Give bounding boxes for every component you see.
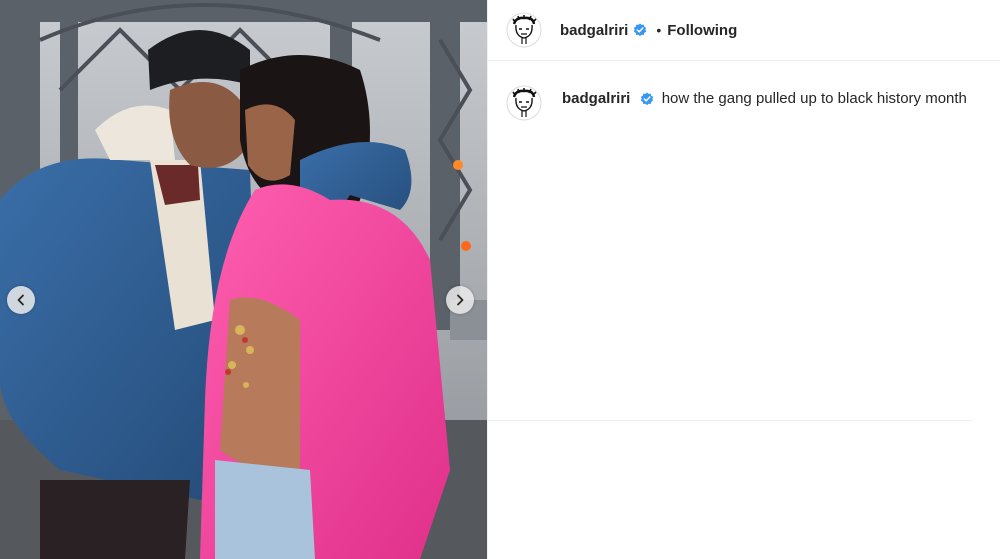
separator-dot: • (656, 22, 662, 38)
avatar-doodle-icon (506, 85, 542, 121)
post-image (0, 0, 487, 559)
post-sidebar: badgalriri • Following badgalriri how th… (487, 0, 1000, 559)
verified-badge-icon (640, 92, 653, 106)
caption: badgalriri how the gang pulled up to bla… (562, 89, 967, 109)
post-header: badgalriri • Following (488, 0, 1000, 61)
chevron-left-icon (17, 294, 24, 306)
chevron-right-icon (457, 294, 464, 306)
following-button[interactable]: Following (667, 22, 737, 39)
carousel-next-button[interactable] (446, 286, 474, 314)
verified-badge-icon (634, 23, 647, 37)
caption-text: how the gang pulled up to black history … (661, 90, 967, 107)
caption-row: badgalriri how the gang pulled up to bla… (488, 61, 1000, 121)
header-username[interactable]: badgalriri (560, 22, 628, 39)
carousel-prev-button[interactable] (7, 286, 35, 314)
post-photo[interactable] (0, 0, 487, 559)
caption-username[interactable]: badgalriri (562, 90, 630, 107)
actions-divider (488, 420, 972, 421)
avatar-doodle-icon (506, 12, 542, 48)
avatar[interactable] (506, 12, 542, 48)
caption-avatar[interactable] (506, 85, 542, 121)
